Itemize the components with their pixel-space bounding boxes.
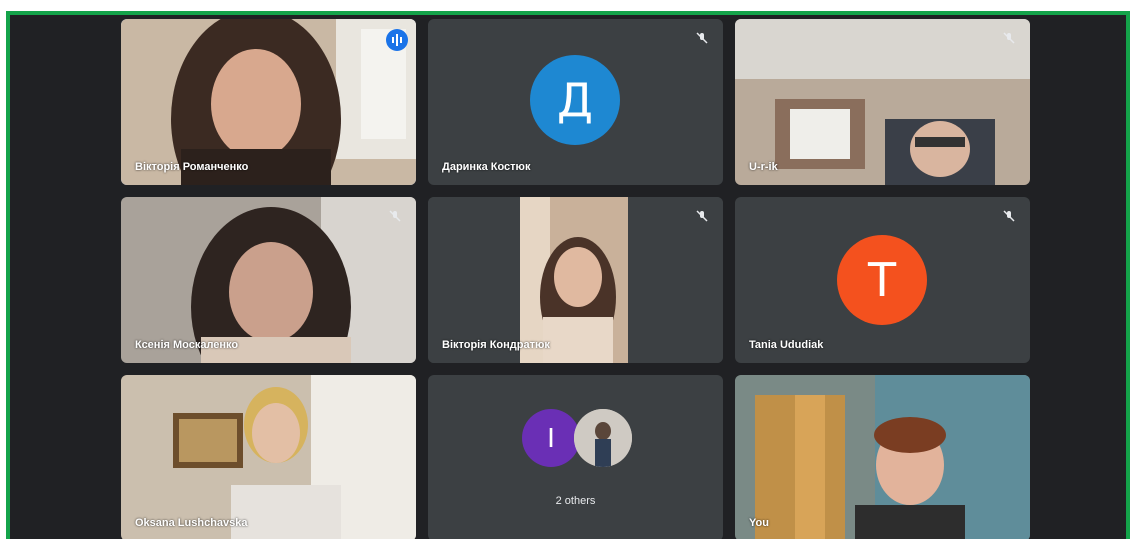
participant-name: You bbox=[749, 517, 769, 529]
participant-tile-others[interactable]: I 2 others bbox=[428, 375, 723, 539]
avatar-initial: T bbox=[867, 253, 897, 307]
participant-avatar: I bbox=[522, 409, 580, 467]
participant-tile-6[interactable]: T Tania Ududiak bbox=[735, 197, 1030, 363]
participant-name: Ксенія Москаленко bbox=[135, 339, 239, 351]
mic-off-icon bbox=[1003, 32, 1015, 44]
participant-name: Вікторія Кондратюк bbox=[442, 339, 550, 351]
meeting-grid: Вікторія Романченко Д Даринка Костюк U-r… bbox=[6, 11, 1130, 539]
mic-off-icon bbox=[389, 210, 401, 222]
mic-off-icon bbox=[696, 32, 708, 44]
avatar-initial: I bbox=[547, 422, 555, 453]
participant-video bbox=[735, 19, 1030, 185]
participant-name: Tania Ududiak bbox=[749, 339, 824, 351]
participant-tile-7[interactable]: Oksana Lushchavska bbox=[121, 375, 416, 539]
participant-name: Даринка Костюк bbox=[442, 161, 531, 173]
participant-tile-self[interactable]: You bbox=[735, 375, 1030, 539]
avatar-initial: Д bbox=[557, 73, 593, 127]
participant-avatar: T bbox=[837, 235, 927, 325]
participant-name: Вікторія Романченко bbox=[135, 161, 249, 173]
participant-tile-2[interactable]: Д Даринка Костюк bbox=[428, 19, 723, 185]
screenshot-frame: Вікторія Романченко Д Даринка Костюк U-r… bbox=[0, 0, 1134, 539]
participant-tile-3[interactable]: U-r-ik bbox=[735, 19, 1030, 185]
participant-video bbox=[735, 375, 1030, 539]
participant-photo-avatar bbox=[574, 409, 632, 467]
speaking-indicator-icon bbox=[386, 29, 408, 51]
participant-name: Oksana Lushchavska bbox=[135, 517, 248, 529]
participant-tile-4[interactable]: Ксенія Москаленко bbox=[121, 197, 416, 363]
participant-avatar: Д bbox=[530, 55, 620, 145]
mic-off-icon bbox=[696, 210, 708, 222]
participant-tile-5[interactable]: Вікторія Кондратюк bbox=[428, 197, 723, 363]
participant-video bbox=[121, 375, 416, 539]
others-count-label: 2 others bbox=[555, 495, 596, 507]
mic-off-icon bbox=[1003, 210, 1015, 222]
participant-name: U-r-ik bbox=[749, 161, 778, 173]
participant-tile-1[interactable]: Вікторія Романченко bbox=[121, 19, 416, 185]
